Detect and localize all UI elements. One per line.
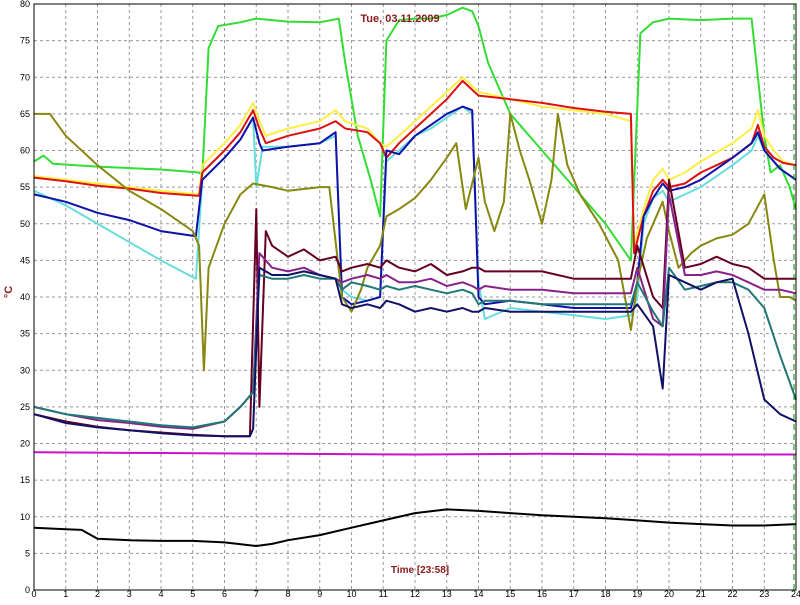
x-tick-label: 24 [791, 589, 800, 599]
x-tick-label: 15 [505, 589, 515, 599]
x-tick-label: 17 [569, 589, 579, 599]
x-tick-label: 11 [379, 589, 388, 599]
chart-title: Tue, 03.11.2009 [360, 13, 439, 25]
x-tick-label: 22 [727, 589, 737, 599]
x-tick-label: 18 [600, 589, 610, 599]
y-tick-label: 15 [20, 475, 30, 485]
y-tick-label: 0 [25, 585, 30, 595]
y-tick-label: 45 [20, 255, 30, 265]
x-tick-label: 3 [127, 589, 132, 599]
x-tick-label: 6 [222, 589, 227, 599]
x-tick-label: 14 [473, 589, 483, 599]
y-tick-label: 75 [20, 36, 30, 46]
y-tick-label: 50 [20, 219, 30, 229]
x-tick-label: 9 [317, 589, 322, 599]
y-tick-label: 35 [20, 329, 30, 339]
y-tick-label: 40 [20, 292, 30, 302]
series-line-11 [33, 451, 796, 456]
x-tick-label: 2 [95, 589, 100, 599]
temperature-chart: 0 1 2 3 4 5 6 7 8 9 10 11 12 13 14 15 16 17 18 19 20 21 22 23 24… [0, 0, 800, 600]
x-tick-label: 20 [664, 589, 674, 599]
x-tick-label: 7 [254, 589, 259, 599]
x-tick-label: 13 [442, 589, 452, 599]
y-tick-label: 10 [20, 512, 30, 522]
y-axis-label: °C [3, 286, 15, 298]
x-tick-label: 23 [759, 589, 769, 599]
x-tick-label: 8 [285, 589, 290, 599]
x-tick-label: 16 [537, 589, 547, 599]
series-line-5 [33, 105, 797, 309]
x-axis-label: Time [23:58] [391, 565, 449, 576]
x-tick-label: 21 [696, 589, 706, 599]
x-tick-label: 1 [63, 589, 68, 599]
x-tick-label: 12 [410, 589, 420, 599]
y-tick-label: 20 [20, 439, 30, 449]
y-tick-label: 30 [20, 365, 30, 375]
series-line-7 [33, 178, 796, 438]
x-tick-label: 5 [190, 589, 195, 599]
axes: 0 1 2 3 4 5 6 7 8 9 10 11 12 13 14 15 16 17 18 19 20 21 22 23 24… [20, 0, 800, 599]
x-tick-label: 0 [31, 589, 36, 599]
series-line-6 [34, 112, 797, 372]
y-tick-label: 60 [20, 146, 30, 156]
x-tick-label: 4 [158, 589, 163, 599]
x-tick-label: 19 [632, 589, 642, 599]
y-tick-label: 5 [25, 548, 30, 558]
y-tick-label: 55 [20, 182, 30, 192]
y-tick-label: 25 [20, 402, 30, 412]
x-tick-label: 10 [346, 589, 356, 599]
y-tick-label: 80 [20, 0, 30, 9]
y-tick-label: 70 [20, 72, 30, 82]
grid [34, 4, 796, 590]
chart-svg: 0 1 2 3 4 5 6 7 8 9 10 11 12 13 14 15 16 17 18 19 20 21 22 23 24… [3, 0, 800, 599]
y-tick-label: 65 [20, 109, 30, 119]
